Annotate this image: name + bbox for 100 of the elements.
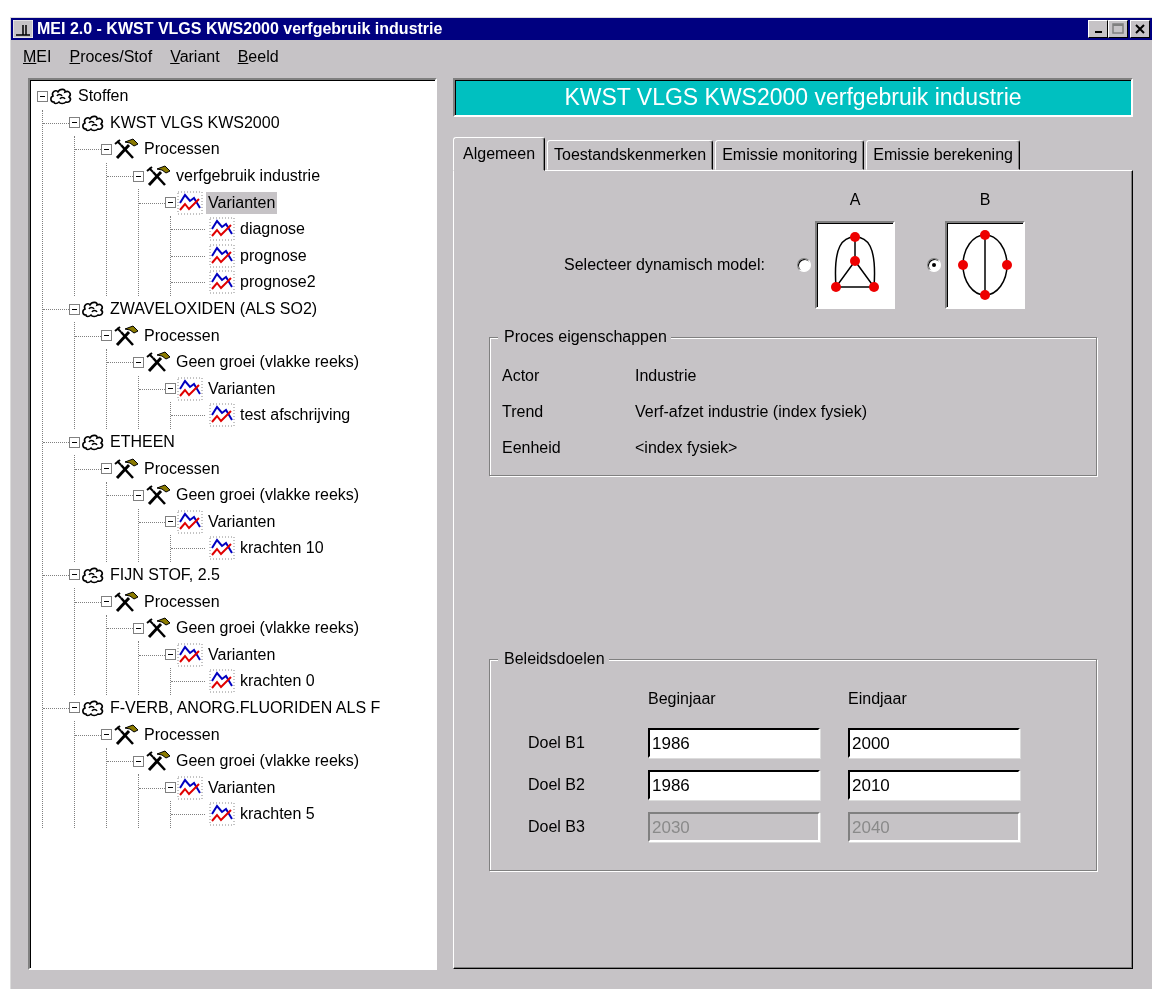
option-label: A xyxy=(848,191,862,209)
line-chart-icon xyxy=(209,802,235,827)
header-banner: KWST VLGS KWS2000 verfgebruik industrie xyxy=(453,78,1133,117)
property-value: Industrie xyxy=(635,367,698,385)
tree-item[interactable]: KWST VLGS KWS2000 xyxy=(108,111,282,134)
collapse-box[interactable] xyxy=(101,144,112,155)
tree-item[interactable]: krachten 5 xyxy=(238,803,317,826)
graph-drawing xyxy=(831,232,879,292)
collapse-box[interactable] xyxy=(101,596,112,608)
collapse-box[interactable] xyxy=(165,197,176,209)
cloud-icon xyxy=(81,113,105,132)
collapse-box[interactable] xyxy=(69,117,80,129)
menu-item[interactable]: MEI xyxy=(23,48,52,66)
tree-item[interactable]: Geen groei (vlakke reeks) xyxy=(174,351,362,374)
tree-item[interactable]: krachten 0 xyxy=(238,670,317,693)
tree-item[interactable]: Processen xyxy=(142,324,222,347)
window-title: MEI 2.0 - KWST VLGS KWS2000 verfgebruik industrie xyxy=(37,20,444,38)
input-field[interactable]: 2000 xyxy=(848,728,1020,758)
tree-item[interactable]: test afschrijving xyxy=(238,404,353,427)
tree-item[interactable]: Processen xyxy=(142,723,222,746)
collapse-box[interactable] xyxy=(133,170,144,182)
tree-item[interactable]: Varianten xyxy=(206,643,278,666)
cloud-icon xyxy=(81,566,105,584)
tree-item[interactable]: Geen groei (vlakke reeks) xyxy=(174,750,362,773)
tree-item[interactable]: Processen xyxy=(142,138,222,161)
line-chart-icon xyxy=(209,217,235,242)
tree-item[interactable]: prognose xyxy=(238,244,309,267)
close-icon xyxy=(1134,23,1146,35)
line-chart-icon xyxy=(209,669,235,694)
property-label: Actor xyxy=(502,367,541,385)
column-header: Eindjaar xyxy=(848,690,908,709)
option-label: B xyxy=(978,191,992,209)
app-icon xyxy=(13,20,33,38)
tree-item[interactable]: Varianten xyxy=(206,377,278,400)
maximize-button[interactable] xyxy=(1108,20,1128,38)
tree-item[interactable]: Stoffen xyxy=(76,85,131,108)
collapse-box[interactable] xyxy=(165,516,176,528)
tree-item[interactable]: Processen xyxy=(142,457,222,480)
row-label: Doel B3 xyxy=(528,818,586,836)
line-chart-icon xyxy=(209,536,235,561)
tree-item[interactable]: Varianten xyxy=(206,776,278,799)
input-field[interactable]: 2010 xyxy=(848,770,1020,800)
close-button[interactable] xyxy=(1130,20,1150,38)
tab[interactable]: Algemeen xyxy=(453,137,546,171)
collapse-box[interactable] xyxy=(165,649,176,661)
tree-item[interactable]: ZWAVELOXIDEN (ALS SO2) xyxy=(108,298,320,321)
cloud-icon xyxy=(81,433,105,451)
collapse-box[interactable] xyxy=(69,303,80,315)
model-prompt: Selecteer dynamisch model: xyxy=(563,256,766,274)
tree-item[interactable]: Varianten xyxy=(206,191,278,214)
tree-item[interactable]: Processen xyxy=(142,590,222,613)
tree-item[interactable]: Geen groei (vlakke reeks) xyxy=(174,484,362,507)
tree-item[interactable]: krachten 10 xyxy=(238,537,326,560)
property-label: Eenheid xyxy=(502,439,562,457)
collapse-box[interactable] xyxy=(133,356,144,368)
row-label: Doel B2 xyxy=(528,776,586,794)
tree-item[interactable]: FIJN STOF, 2.5 xyxy=(108,564,222,586)
row-label: Doel B1 xyxy=(528,734,586,752)
column-header: Beginjaar xyxy=(648,690,717,709)
input-field[interactable]: 1986 xyxy=(648,770,820,800)
input-field[interactable]: 1986 xyxy=(648,728,820,758)
line-chart-icon xyxy=(209,403,235,428)
tree-item[interactable]: Geen groei (vlakke reeks) xyxy=(174,617,362,640)
collapse-box[interactable] xyxy=(37,90,48,102)
tab[interactable]: Toestandskenmerken xyxy=(547,140,714,170)
collapse-box[interactable] xyxy=(101,330,112,342)
property-label: Trend xyxy=(502,403,545,421)
graph-drawing xyxy=(958,230,1012,300)
collapse-box[interactable] xyxy=(133,489,144,501)
collapse-box[interactable] xyxy=(69,569,80,581)
tree-item[interactable]: F-VERB, ANORG.FLUORIDEN ALS F xyxy=(108,696,383,719)
tab[interactable]: Emissie berekening xyxy=(866,140,1020,170)
menu-item[interactable]: Beeld xyxy=(237,48,279,66)
radio-button[interactable] xyxy=(927,258,941,272)
cloud-icon xyxy=(81,698,105,717)
collapse-box[interactable] xyxy=(101,463,112,475)
property-value: Verf-afzet industrie (index fysiek) xyxy=(635,403,869,421)
cloud-icon xyxy=(49,87,73,106)
tree-item[interactable]: prognose2 xyxy=(238,271,318,294)
collapse-box[interactable] xyxy=(69,436,80,448)
property-value: <index fysiek> xyxy=(635,439,739,457)
group-title: Proces eigenschappen xyxy=(498,328,671,346)
tree-item[interactable]: ETHEEN xyxy=(108,431,177,453)
line-chart-icon xyxy=(209,270,235,295)
minimize-button[interactable] xyxy=(1088,20,1108,38)
tree-item[interactable]: verfgebruik industrie xyxy=(174,165,323,188)
tree-item[interactable]: Varianten xyxy=(206,510,278,533)
collapse-box[interactable] xyxy=(101,729,112,741)
menu-item[interactable]: Proces/Stof xyxy=(69,48,153,66)
collapse-box[interactable] xyxy=(165,782,176,794)
tree-item[interactable]: diagnose xyxy=(238,218,307,241)
collapse-box[interactable] xyxy=(165,383,176,395)
menu-item[interactable]: Variant xyxy=(170,48,220,66)
cloud-icon xyxy=(81,300,105,319)
collapse-box[interactable] xyxy=(133,755,144,767)
minimize-icon xyxy=(1094,31,1102,33)
radio-button[interactable] xyxy=(797,258,811,272)
collapse-box[interactable] xyxy=(133,622,144,634)
collapse-box[interactable] xyxy=(69,702,80,714)
tab[interactable]: Emissie monitoring xyxy=(715,140,865,170)
